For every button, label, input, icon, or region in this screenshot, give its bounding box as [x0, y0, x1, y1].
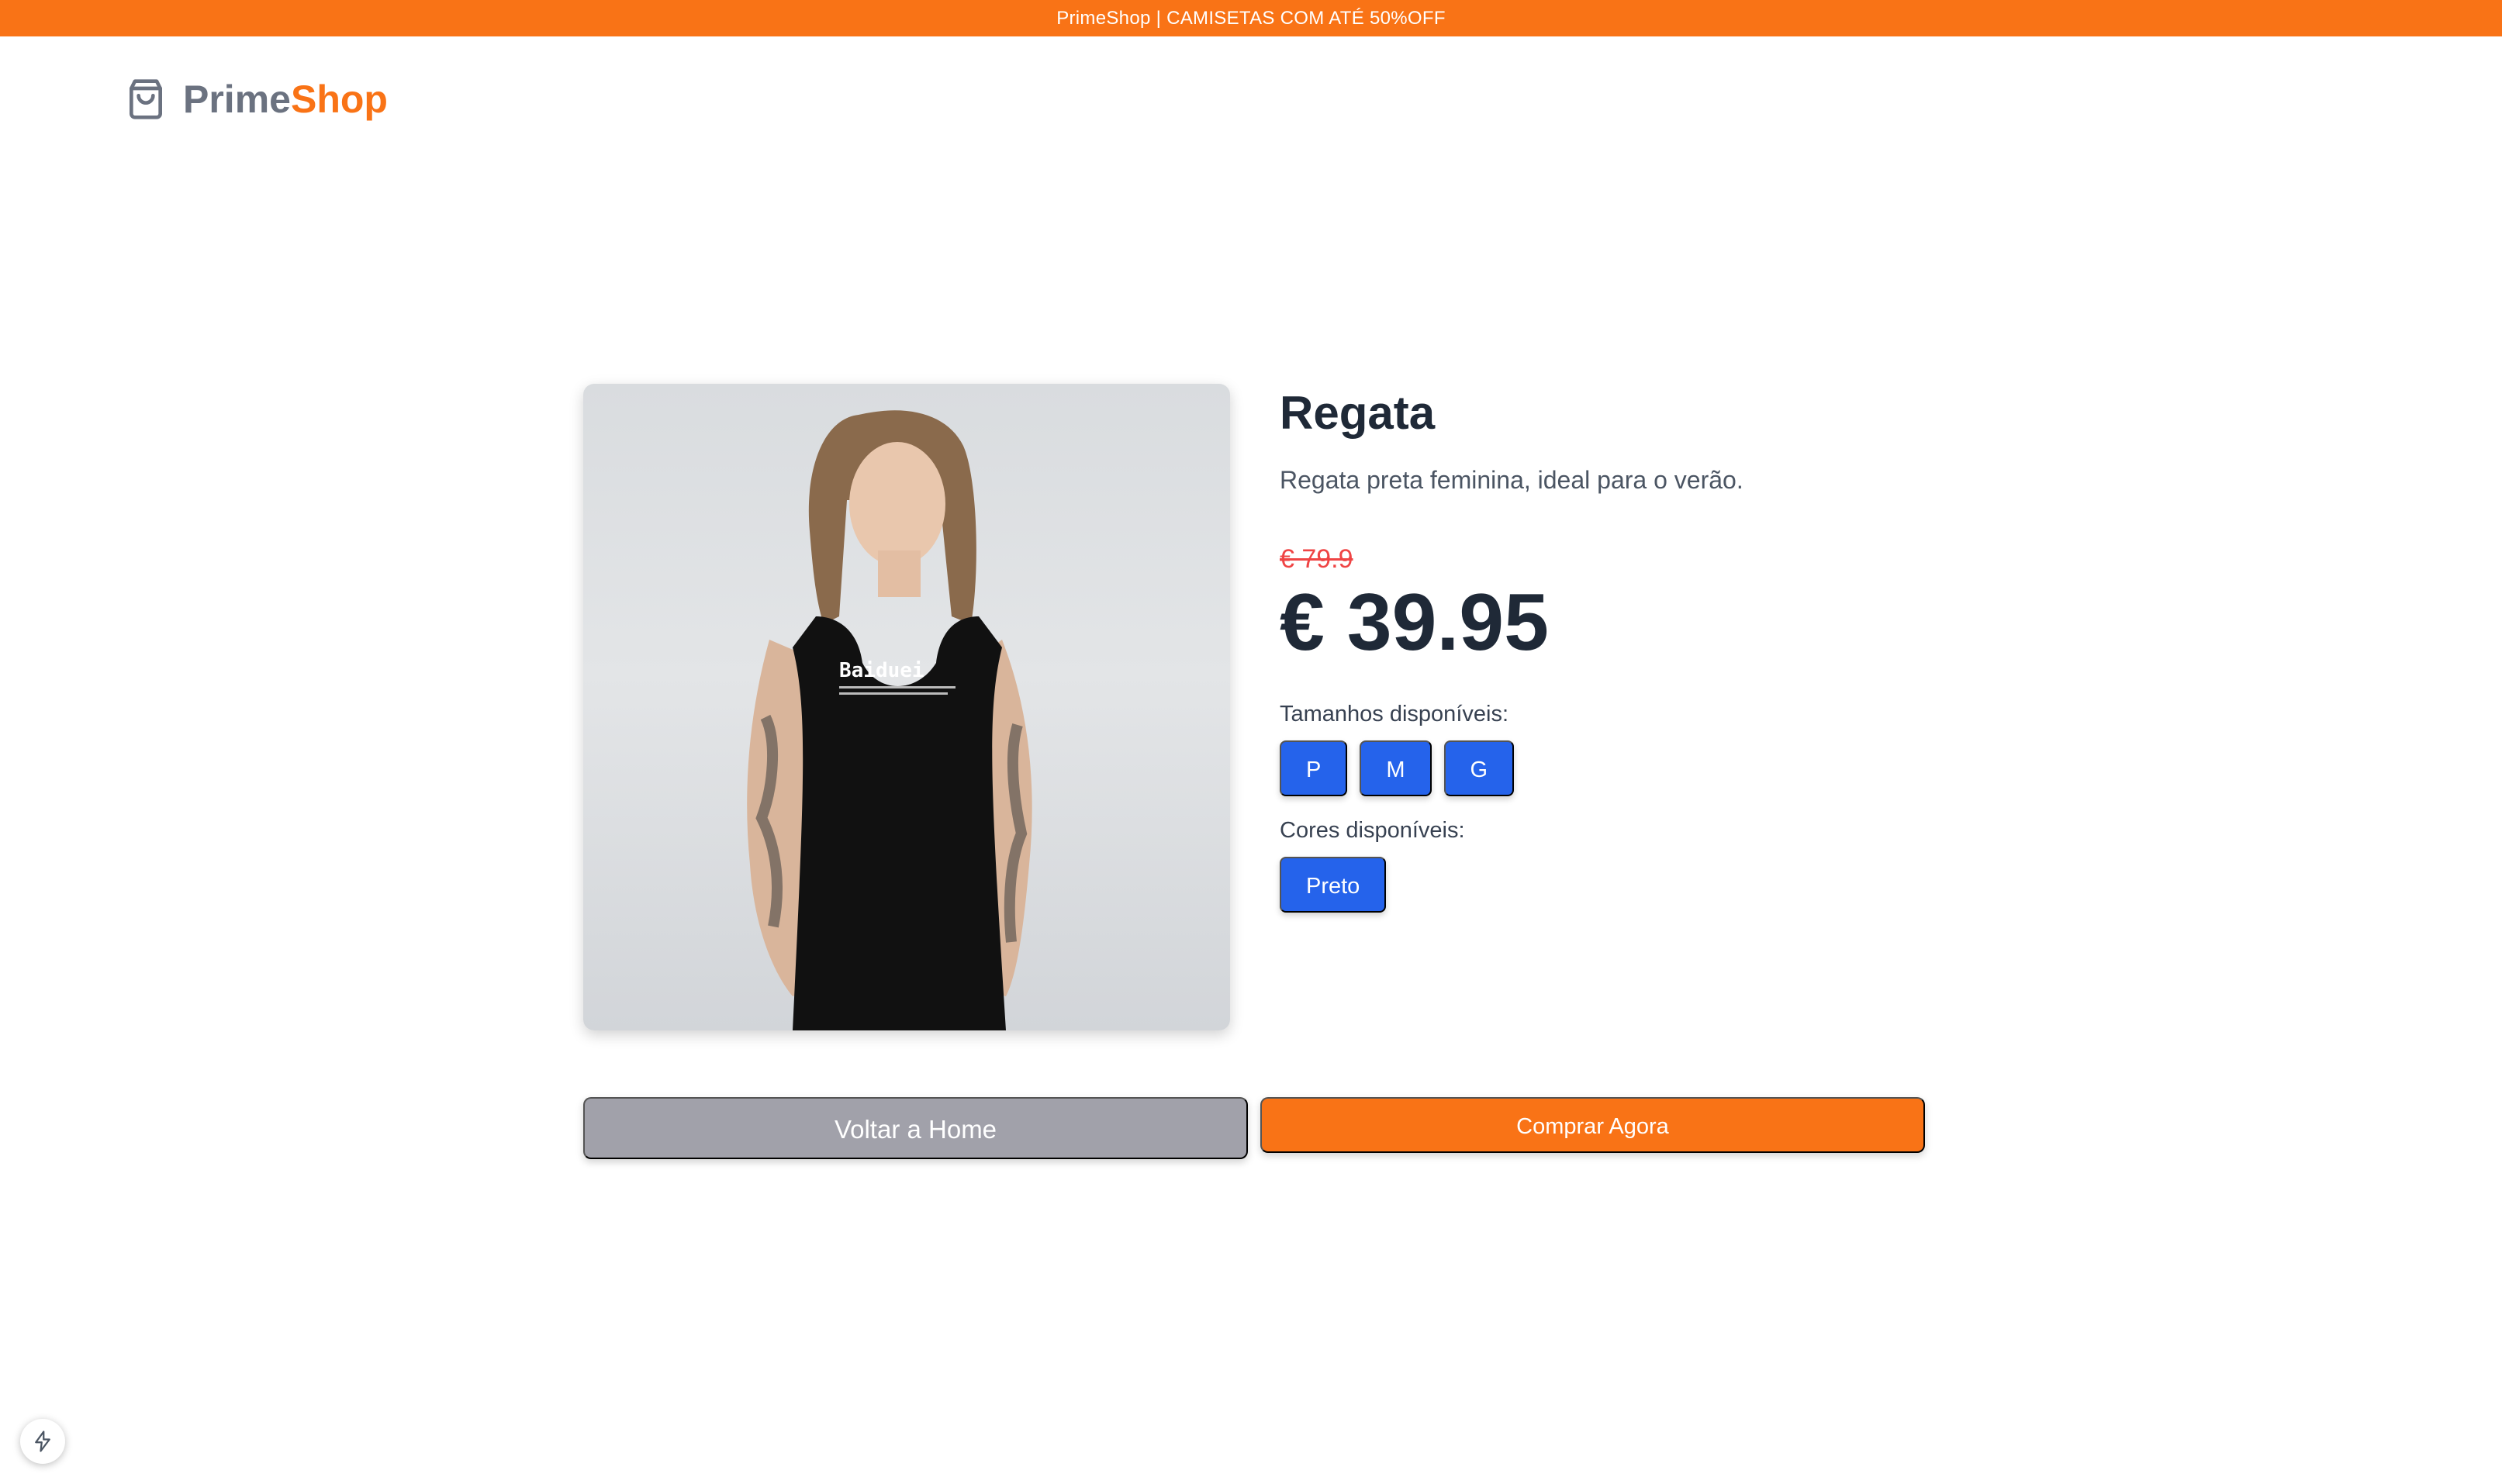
current-price: € 39.95	[1280, 578, 1549, 668]
back-home-button[interactable]: Voltar a Home	[583, 1097, 1248, 1159]
dev-indicator[interactable]	[20, 1419, 65, 1464]
color-option-preto[interactable]: Preto	[1280, 857, 1387, 913]
sizes-label: Tamanhos disponíveis:	[1280, 702, 1508, 726]
colors-label: Cores disponíveis:	[1280, 818, 1465, 843]
product-title: Regata	[1280, 387, 1436, 439]
buy-now-button[interactable]: Comprar Agora	[1260, 1097, 1925, 1153]
color-options: Preto	[1280, 857, 1978, 913]
lightning-icon	[35, 1431, 50, 1452]
shopping-bag-icon[interactable]	[124, 78, 168, 121]
product-description: Regata preta feminina, ideal para o verã…	[1280, 466, 1743, 494]
product-image: Baiduei	[583, 384, 1230, 1030]
promo-banner: PrimeShop | CAMISETAS COM ATÉ 50%OFF	[0, 0, 2502, 36]
tank-print: Baiduei	[839, 659, 924, 682]
size-option-g[interactable]: G	[1443, 740, 1515, 796]
product-details: Regata Regata preta feminina, ideal para…	[1280, 384, 1978, 913]
size-option-m[interactable]: M	[1360, 740, 1432, 796]
logo[interactable]: PrimeShop	[183, 80, 388, 119]
logo-prime: Prime	[183, 78, 291, 121]
promo-text: PrimeShop | CAMISETAS COM ATÉ 50%OFF	[1056, 8, 1446, 29]
logo-shop: Shop	[290, 78, 388, 121]
site-header: PrimeShop	[124, 71, 388, 127]
size-options: P M G	[1280, 740, 1978, 796]
old-price: € 79.9	[1280, 544, 1353, 574]
size-option-p[interactable]: P	[1280, 740, 1348, 796]
